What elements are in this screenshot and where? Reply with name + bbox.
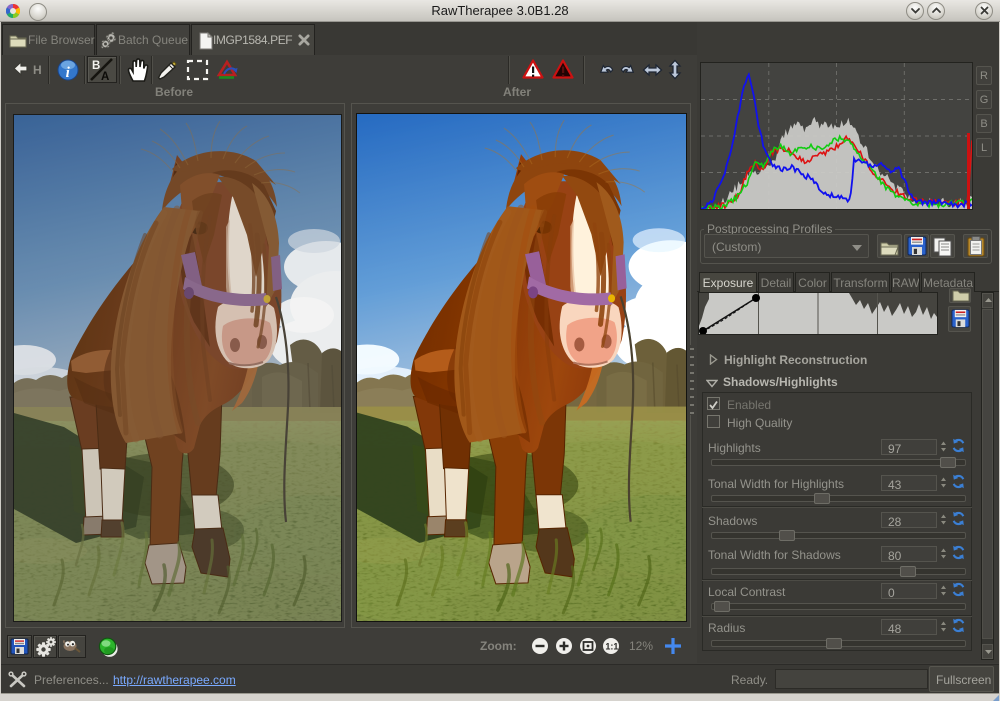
svg-text:1:1: 1:1 bbox=[605, 642, 618, 652]
svg-text:B: B bbox=[92, 60, 100, 72]
svg-text:H: H bbox=[33, 63, 42, 77]
svg-text:A: A bbox=[101, 71, 109, 81]
